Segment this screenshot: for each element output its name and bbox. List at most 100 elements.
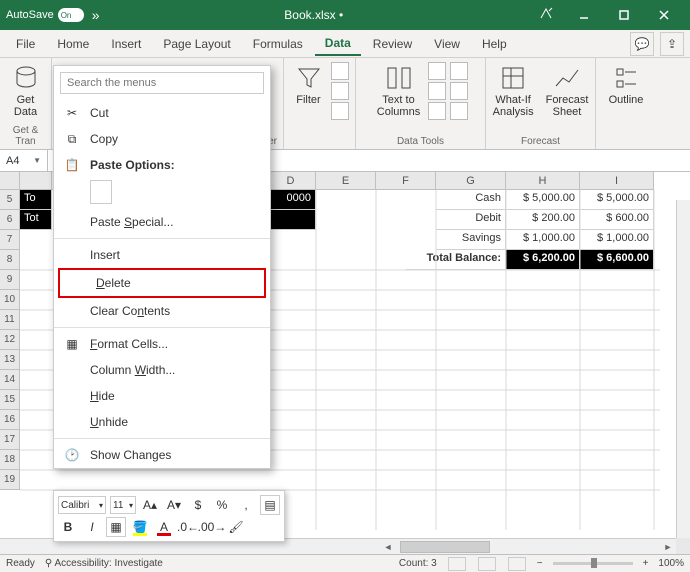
borders-icon[interactable]: ▦ xyxy=(106,517,126,537)
cell-i5[interactable]: $ 5,000.00 xyxy=(580,190,654,210)
tab-formulas[interactable]: Formulas xyxy=(243,33,313,55)
cell-i8[interactable]: $ 6,600.00 xyxy=(580,250,654,270)
accessibility-status[interactable]: ⚲ Accessibility: Investigate xyxy=(45,558,163,569)
row-9[interactable]: 9 xyxy=(0,270,20,290)
menu-paste-special[interactable]: Paste Special... xyxy=(54,209,270,235)
advanced-filter-icon[interactable] xyxy=(331,102,349,120)
outline-button[interactable]: Outline xyxy=(605,62,648,108)
cell-i6[interactable]: $ 600.00 xyxy=(580,210,654,230)
row-18[interactable]: 18 xyxy=(0,450,20,470)
cell-h6[interactable]: $ 200.00 xyxy=(506,210,580,230)
tab-page-layout[interactable]: Page Layout xyxy=(153,33,240,55)
ribbon-mode-icon[interactable] xyxy=(528,6,564,25)
get-data-button[interactable]: Get Data xyxy=(8,62,44,120)
menu-delete[interactable]: Delete xyxy=(58,268,266,298)
normal-view-icon[interactable] xyxy=(448,557,466,571)
cell-h7[interactable]: $ 1,000.00 xyxy=(506,230,580,250)
menu-show-changes[interactable]: 🕑Show Changes xyxy=(54,442,270,468)
zoom-out-icon[interactable]: − xyxy=(537,558,543,569)
menu-hide[interactable]: Hide xyxy=(54,383,270,409)
row-10[interactable]: 10 xyxy=(0,290,20,310)
zoom-in-icon[interactable]: + xyxy=(643,558,649,569)
row-19[interactable]: 19 xyxy=(0,470,20,490)
col-d[interactable]: D xyxy=(266,172,316,190)
cell-h5[interactable]: $ 5,000.00 xyxy=(506,190,580,210)
col-b[interactable] xyxy=(20,172,52,190)
menu-copy[interactable]: ⧉Copy xyxy=(54,126,270,152)
tab-help[interactable]: Help xyxy=(472,33,517,55)
row-14[interactable]: 14 xyxy=(0,370,20,390)
cell-b5[interactable]: To xyxy=(20,190,52,210)
font-size-combo[interactable]: 11▾ xyxy=(110,496,136,514)
cell-d6[interactable] xyxy=(266,210,316,230)
share-icon[interactable]: ⇪ xyxy=(660,32,684,56)
increase-decimal-icon[interactable]: .00→ xyxy=(202,517,222,537)
row-15[interactable]: 15 xyxy=(0,390,20,410)
cell-d5[interactable]: 0000 xyxy=(266,190,316,210)
autosave-switch[interactable]: On xyxy=(58,8,84,22)
font-name-combo[interactable]: Calibri▾ xyxy=(58,496,106,514)
italic-icon[interactable]: I xyxy=(82,517,102,537)
row-17[interactable]: 17 xyxy=(0,430,20,450)
scroll-right-icon[interactable]: ► xyxy=(660,539,676,555)
data-model-icon[interactable] xyxy=(450,102,468,120)
cell-b6[interactable]: Tot xyxy=(20,210,52,230)
currency-icon[interactable]: $ xyxy=(188,495,208,515)
bold-icon[interactable]: B xyxy=(58,517,78,537)
close-button[interactable] xyxy=(644,0,684,30)
tab-home[interactable]: Home xyxy=(47,33,99,55)
row-5[interactable]: 5 xyxy=(0,190,20,210)
reapply-icon[interactable] xyxy=(331,82,349,100)
format-painter-icon[interactable]: 🖌 xyxy=(226,517,246,537)
tab-insert[interactable]: Insert xyxy=(101,33,151,55)
row-11[interactable]: 11 xyxy=(0,310,20,330)
cell-i7[interactable]: $ 1,000.00 xyxy=(580,230,654,250)
tab-view[interactable]: View xyxy=(424,33,470,55)
row-16[interactable]: 16 xyxy=(0,410,20,430)
chevron-down-icon[interactable]: ▼ xyxy=(33,156,41,165)
text-to-columns-button[interactable]: Text to Columns xyxy=(373,62,424,120)
col-i[interactable]: I xyxy=(580,172,654,190)
zoom-slider[interactable] xyxy=(553,562,633,565)
clear-filter-icon[interactable] xyxy=(331,62,349,80)
vertical-scrollbar[interactable] xyxy=(676,200,690,538)
row-12[interactable]: 12 xyxy=(0,330,20,350)
percent-icon[interactable]: % xyxy=(212,495,232,515)
cell-h8[interactable]: $ 6,200.00 xyxy=(506,250,580,270)
tab-data[interactable]: Data xyxy=(315,32,361,56)
data-validation-icon[interactable] xyxy=(428,102,446,120)
tab-review[interactable]: Review xyxy=(363,33,422,55)
consolidate-icon[interactable] xyxy=(450,62,468,80)
page-break-view-icon[interactable] xyxy=(508,557,526,571)
comments-icon[interactable]: 💬 xyxy=(630,32,654,56)
comma-icon[interactable]: , xyxy=(236,495,256,515)
decrease-font-icon[interactable]: A▾ xyxy=(164,495,184,515)
minimize-button[interactable] xyxy=(564,0,604,30)
menu-clear-contents[interactable]: Clear Contents xyxy=(54,298,270,324)
row-7[interactable]: 7 xyxy=(0,230,20,250)
menu-insert[interactable]: Insert xyxy=(54,242,270,268)
select-all-triangle[interactable] xyxy=(0,172,20,190)
maximize-button[interactable] xyxy=(604,0,644,30)
merge-center-icon[interactable]: ▤ xyxy=(260,495,280,515)
increase-font-icon[interactable]: A▴ xyxy=(140,495,160,515)
quick-access-more-icon[interactable]: » xyxy=(92,7,100,23)
paste-option-default[interactable] xyxy=(90,180,112,204)
fill-color-icon[interactable]: 🪣 xyxy=(130,517,150,537)
decrease-decimal-icon[interactable]: .0← xyxy=(178,517,198,537)
row-6[interactable]: 6 xyxy=(0,210,20,230)
cell-g7[interactable]: Savings xyxy=(436,230,506,250)
page-layout-view-icon[interactable] xyxy=(478,557,496,571)
scroll-thumb[interactable] xyxy=(400,541,490,553)
filter-button[interactable]: Filter xyxy=(291,62,327,108)
zoom-level[interactable]: 100% xyxy=(658,558,684,569)
flash-fill-icon[interactable] xyxy=(428,62,446,80)
relationships-icon[interactable] xyxy=(450,82,468,100)
menu-cut[interactable]: ✂Cut xyxy=(54,100,270,126)
cell-g8[interactable]: Total Balance: xyxy=(406,250,506,270)
menu-search-input[interactable] xyxy=(60,72,264,94)
what-if-button[interactable]: What-If Analysis xyxy=(489,62,538,120)
tab-file[interactable]: File xyxy=(6,33,45,55)
menu-column-width[interactable]: Column Width... xyxy=(54,357,270,383)
row-8[interactable]: 8 xyxy=(0,250,20,270)
